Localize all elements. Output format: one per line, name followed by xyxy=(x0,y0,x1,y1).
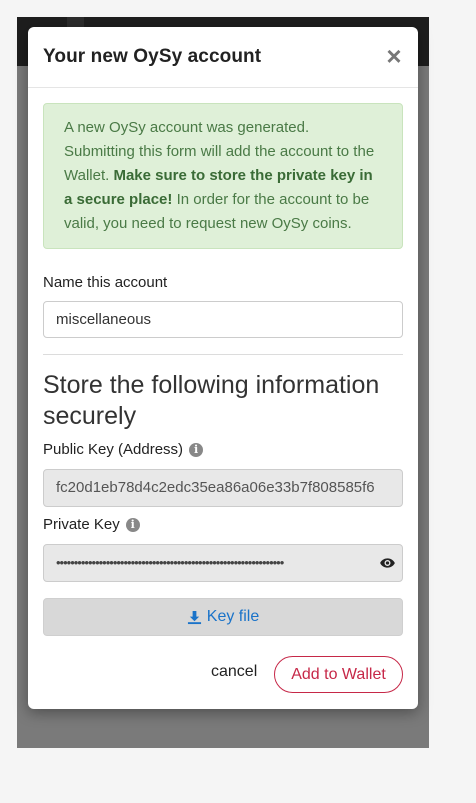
eye-icon[interactable] xyxy=(379,555,396,571)
section-title: Store the following information securely xyxy=(43,371,380,430)
public-key-label-text: Public Key (Address) xyxy=(43,441,184,458)
account-name-label: Name this account xyxy=(43,274,168,291)
public-key-label: Public Key (Address) i xyxy=(43,441,204,458)
modal-title: Your new OySy account xyxy=(43,46,262,67)
key-file-label: Key file xyxy=(206,608,260,625)
close-button[interactable]: × xyxy=(384,43,404,69)
download-icon xyxy=(187,610,201,624)
divider xyxy=(43,354,403,355)
account-name-input[interactable] xyxy=(43,301,403,338)
public-key-field[interactable]: fc20d1eb78d4c2edc35ea86a06e33b7f808585f6 xyxy=(43,469,403,507)
modal-header: Your new OySy account × xyxy=(28,27,418,88)
key-file-button[interactable]: Key file xyxy=(43,598,403,636)
info-icon[interactable]: i xyxy=(189,442,204,457)
add-to-wallet-button[interactable]: Add to Wallet xyxy=(274,656,403,693)
new-account-modal: Your new OySy account × A new OySy accou… xyxy=(28,27,418,709)
private-key-label-text: Private Key xyxy=(43,516,120,533)
private-key-label: Private Key i xyxy=(43,516,140,533)
private-key-field[interactable]: ••••••••••••••••••••••••••••••••••••••••… xyxy=(43,544,403,582)
info-icon[interactable]: i xyxy=(125,517,140,532)
success-alert: A new OySy account was generated. Submit… xyxy=(43,103,403,249)
cancel-button[interactable]: cancel xyxy=(211,663,257,681)
